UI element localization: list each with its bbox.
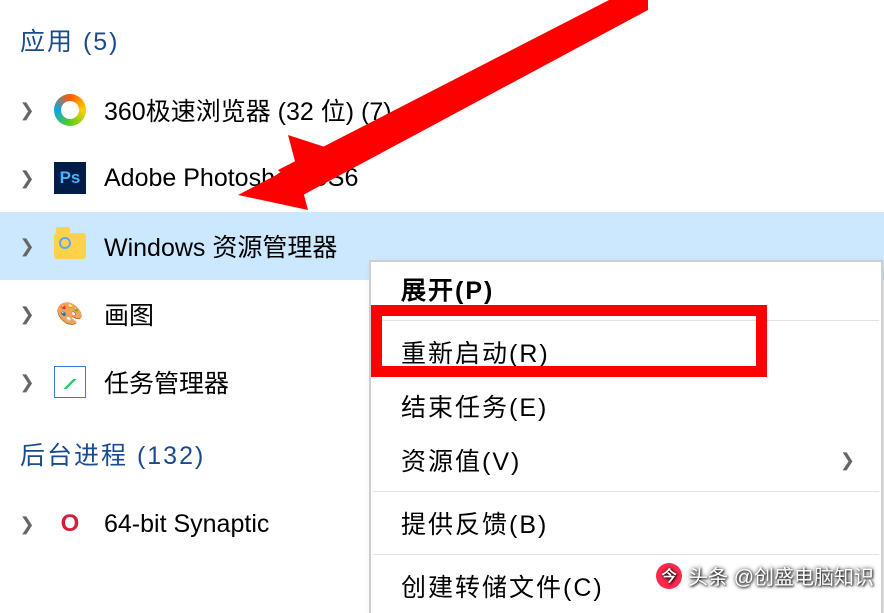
process-name: Windows 资源管理器	[104, 228, 337, 264]
expand-chevron-icon[interactable]: ❯	[14, 304, 40, 325]
expand-chevron-icon[interactable]: ❯	[14, 236, 40, 257]
ctx-end-task-label: 结束任务(E)	[401, 388, 548, 424]
watermark-logo-icon: 今	[656, 563, 682, 589]
ctx-feedback[interactable]: 提供反馈(B)	[371, 496, 881, 550]
watermark: 今 头条 @创盛电脑知识	[656, 561, 874, 590]
submenu-chevron-icon: ❯	[840, 450, 857, 471]
ctx-separator	[373, 491, 879, 492]
process-name: 画图	[104, 296, 154, 332]
process-row[interactable]: ❯ Ps Adobe Photoshop CS6	[0, 144, 884, 212]
process-name: Adobe Photoshop CS6	[104, 164, 358, 193]
ctx-separator	[373, 320, 879, 321]
explorer-icon	[54, 233, 86, 259]
expand-chevron-icon[interactable]: ❯	[14, 168, 40, 189]
ctx-values-label: 资源值(V)	[401, 442, 521, 478]
apps-section-header: 应用 (5)	[0, 0, 884, 76]
ctx-restart[interactable]: 重新启动(R)	[371, 325, 881, 379]
apps-section-title: 应用 (5)	[20, 22, 120, 58]
process-row[interactable]: ❯ 360极速浏览器 (32 位) (7)	[0, 76, 884, 144]
ctx-separator	[373, 554, 879, 555]
expand-chevron-icon[interactable]: ❯	[14, 100, 40, 121]
ctx-dump-label: 创建转储文件(C)	[401, 568, 604, 604]
ctx-expand-label: 展开(P)	[401, 271, 494, 307]
process-name: 任务管理器	[104, 364, 229, 400]
synaptics-icon: О	[54, 508, 86, 540]
process-name: 64-bit Synaptic	[104, 510, 269, 539]
taskmgr-icon	[54, 366, 86, 398]
process-name: 360极速浏览器 (32 位) (7)	[104, 92, 392, 128]
ctx-end-task[interactable]: 结束任务(E)	[371, 379, 881, 433]
expand-chevron-icon[interactable]: ❯	[14, 372, 40, 393]
ctx-resource-values[interactable]: 资源值(V) ❯	[371, 433, 881, 487]
browser-360-icon	[54, 94, 86, 126]
photoshop-icon: Ps	[54, 162, 86, 194]
ctx-restart-label: 重新启动(R)	[401, 334, 550, 370]
ctx-expand[interactable]: 展开(P)	[371, 262, 881, 316]
paint-icon: 🎨	[54, 298, 86, 330]
bg-section-title: 后台进程 (132)	[20, 436, 205, 472]
expand-chevron-icon[interactable]: ❯	[14, 514, 40, 535]
ctx-feedback-label: 提供反馈(B)	[401, 505, 548, 541]
watermark-text: 头条 @创盛电脑知识	[688, 561, 874, 590]
